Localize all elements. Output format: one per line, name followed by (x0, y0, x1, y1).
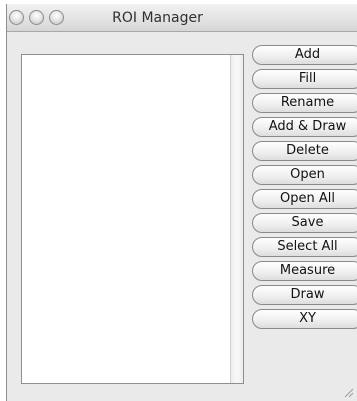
roi-list-scrollbar[interactable] (230, 55, 243, 383)
add-button[interactable]: Add (252, 45, 357, 65)
measure-button[interactable]: Measure (252, 261, 357, 281)
draw-button[interactable]: Draw (252, 285, 357, 305)
resize-grip-icon[interactable] (342, 386, 354, 398)
save-button[interactable]: Save (252, 213, 357, 233)
roi-manager-window: ROI Manager Add Fill Rename Add & Draw D… (6, 4, 357, 401)
rename-button[interactable]: Rename (252, 93, 357, 113)
open-button[interactable]: Open (252, 165, 357, 185)
window-title: ROI Manager (112, 10, 203, 26)
roi-list[interactable] (21, 54, 244, 384)
title-bar[interactable]: ROI Manager (7, 4, 357, 32)
add-draw-button[interactable]: Add & Draw (252, 117, 357, 137)
delete-button[interactable]: Delete (252, 141, 357, 161)
select-all-button[interactable]: Select All (252, 237, 357, 257)
xy-button[interactable]: XY (252, 309, 357, 329)
open-all-button[interactable]: Open All (252, 189, 357, 209)
fill-button[interactable]: Fill (252, 69, 357, 89)
